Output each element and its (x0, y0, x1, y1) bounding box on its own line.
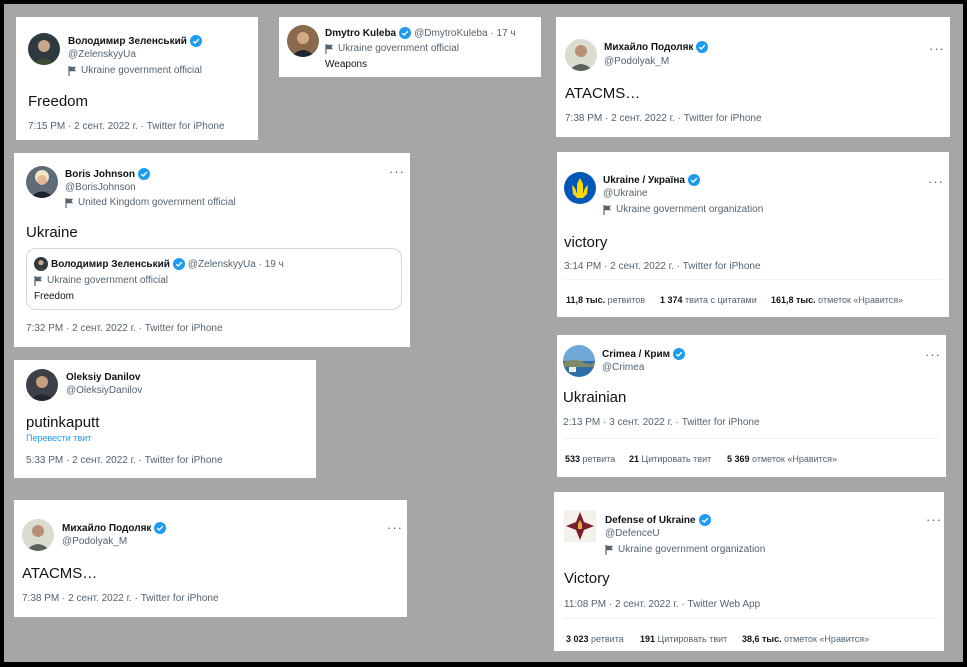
translate-tweet-link[interactable]: Перевести твит (26, 433, 91, 443)
quote-tweets-count[interactable]: 191 Цитировать твит (640, 634, 727, 644)
tweet-card-podolyak-top[interactable]: Михайло Подоляк @Podolyak_M ··· ATACMS… … (556, 17, 950, 137)
quoted-tweet[interactable]: Володимир Зеленський @ZelenskyyUa · 19 ч … (26, 248, 402, 310)
author-name[interactable]: Dmytro Kuleba (325, 28, 396, 39)
tweet-text: Weapons (325, 59, 368, 70)
author-handle[interactable]: @Podolyak_M (604, 56, 669, 67)
flag-icon (65, 197, 74, 208)
more-options-icon[interactable]: ··· (926, 513, 942, 526)
tweet-text: Ukrainian (563, 389, 627, 406)
avatar[interactable] (22, 519, 54, 551)
author-handle[interactable]: @Podolyak_M (62, 536, 127, 547)
author-handle[interactable]: @DefenceU (605, 528, 660, 539)
author-name[interactable]: Oleksiy Danilov (66, 372, 140, 383)
author-name[interactable]: Crimea / Крим (602, 349, 670, 360)
likes-count[interactable]: 38,6 тыс. отметок «Нравится» (742, 634, 869, 644)
flag-icon (34, 275, 43, 286)
flag-icon (603, 204, 612, 215)
avatar[interactable] (565, 39, 597, 71)
account-label: Ukraine government organization (618, 544, 766, 555)
tweet-timestamp[interactable]: 7:38 PM · 2 сент. 2022 г. · Twitter for … (565, 113, 762, 124)
author-handle[interactable]: @BorisJohnson (65, 182, 136, 193)
author-name[interactable]: Михайло Подоляк (604, 42, 693, 53)
tweet-text: Ukraine (26, 224, 78, 241)
quoted-account-label: Ukraine government official (47, 275, 168, 286)
retweets-count[interactable]: 533 ретвита (565, 454, 615, 464)
tweet-text: ATACMS… (565, 85, 641, 102)
author-handle-time[interactable]: @DmytroKuleba · 17 ч (414, 28, 516, 39)
more-options-icon[interactable]: ··· (389, 165, 405, 178)
tweet-card-podolyak-bottom[interactable]: Михайло Подоляк @Podolyak_M ··· ATACMS… … (14, 500, 407, 617)
tweet-card-kuleba[interactable]: Dmytro Kuleba @DmytroKuleba · 17 ч Ukrain… (279, 17, 541, 77)
tweet-card-danilov[interactable]: Oleksiy Danilov @OleksiyDanilov putinkap… (14, 360, 316, 478)
tweet-card-ukraine[interactable]: Ukraine / Україна @Ukraine Ukraine gover… (557, 152, 949, 317)
quote-tweets-count[interactable]: 1 374 твита с цитатами (660, 295, 757, 305)
author-name[interactable]: Defense of Ukraine (605, 515, 696, 526)
avatar[interactable] (564, 172, 596, 204)
tweet-card-crimea[interactable]: Crimea / Крим @Crimea ··· Ukrainian 2:13… (557, 335, 946, 477)
author-name[interactable]: Володимир Зеленський (68, 36, 187, 47)
more-options-icon[interactable]: ··· (387, 521, 403, 534)
account-label: United Kingdom government official (78, 197, 236, 208)
verified-badge-icon (687, 174, 700, 186)
tweet-text: victory (564, 234, 608, 251)
quoted-author-handle-time: @ZelenskyyUa · 19 ч (187, 258, 284, 270)
author-handle[interactable]: @OleksiyDanilov (66, 385, 142, 396)
tweet-card-defence[interactable]: Defense of Ukraine @DefenceU Ukraine gov… (554, 492, 944, 651)
tweet-timestamp[interactable]: 7:15 PM · 2 сент. 2022 г. · Twitter for … (28, 121, 225, 132)
tweet-card-johnson[interactable]: Boris Johnson @BorisJohnson United Kingd… (14, 153, 410, 347)
quoted-author-name: Володимир Зеленський (51, 258, 170, 270)
author-handle[interactable]: @Ukraine (603, 188, 648, 199)
avatar[interactable] (26, 166, 58, 198)
avatar[interactable] (26, 369, 58, 401)
verified-badge-icon (399, 27, 412, 39)
avatar[interactable] (564, 510, 596, 542)
quoted-tweet-text: Freedom (34, 291, 75, 302)
likes-count[interactable]: 5 369 отметок «Нравится» (727, 454, 837, 464)
author-handle[interactable]: @Crimea (602, 362, 644, 373)
avatar[interactable] (563, 345, 595, 377)
verified-badge-icon (138, 168, 151, 180)
divider (564, 279, 942, 280)
more-options-icon[interactable]: ··· (925, 348, 941, 361)
avatar[interactable] (28, 33, 60, 65)
author-name[interactable]: Boris Johnson (65, 169, 135, 180)
tweet-card-zelensky[interactable]: Володимир Зеленський @ZelenskyyUa Ukrain… (16, 17, 258, 140)
account-label: Ukraine government organization (616, 204, 764, 215)
verified-badge-icon (172, 258, 185, 270)
avatar (34, 257, 48, 271)
more-options-icon[interactable]: ··· (929, 42, 945, 55)
tweet-timestamp[interactable]: 2:13 PM · 3 сент. 2022 г. · Twitter for … (563, 417, 760, 428)
more-options-icon[interactable]: ··· (928, 175, 944, 188)
account-label: Ukraine government official (81, 65, 202, 76)
collage-background: Володимир Зеленський @ZelenskyyUa Ukrain… (4, 4, 963, 662)
tweet-timestamp[interactable]: 3:14 PM · 2 сент. 2022 г. · Twitter for … (564, 261, 761, 272)
tweet-timestamp[interactable]: 7:32 PM · 2 сент. 2022 г. · Twitter for … (26, 323, 223, 334)
divider (564, 618, 938, 619)
verified-badge-icon (189, 35, 202, 47)
account-label: Ukraine government official (338, 43, 459, 54)
flag-icon (68, 65, 77, 76)
quote-tweets-count[interactable]: 21 Цитировать твит (629, 454, 711, 464)
retweets-count[interactable]: 11,8 тыс. ретвитов (566, 295, 645, 305)
tweet-text: ATACMS… (22, 565, 98, 582)
tweet-timestamp[interactable]: 7:38 PM · 2 сент. 2022 г. · Twitter for … (22, 593, 219, 604)
flag-icon (605, 544, 614, 555)
avatar[interactable] (287, 25, 319, 57)
tweet-timestamp[interactable]: 11:08 PM · 2 сент. 2022 г. · Twitter Web… (564, 599, 760, 610)
retweets-count[interactable]: 3 023 ретвита (566, 634, 624, 644)
tweet-timestamp[interactable]: 5:33 PM · 2 сент. 2022 г. · Twitter for … (26, 455, 223, 466)
verified-badge-icon (154, 522, 167, 534)
flag-icon (325, 43, 334, 54)
likes-count[interactable]: 161,8 тыс. отметок «Нравится» (771, 295, 903, 305)
tweet-text: Victory (564, 570, 610, 587)
tweet-text: Freedom (28, 93, 89, 110)
verified-badge-icon (696, 41, 709, 53)
tweet-text: putinkaputt (26, 414, 100, 431)
divider (563, 438, 940, 439)
verified-badge-icon (698, 514, 711, 526)
author-name[interactable]: Михайло Подоляк (62, 523, 151, 534)
verified-badge-icon (673, 348, 685, 360)
author-name[interactable]: Ukraine / Україна (603, 175, 685, 186)
author-handle[interactable]: @ZelenskyyUa (68, 49, 136, 60)
